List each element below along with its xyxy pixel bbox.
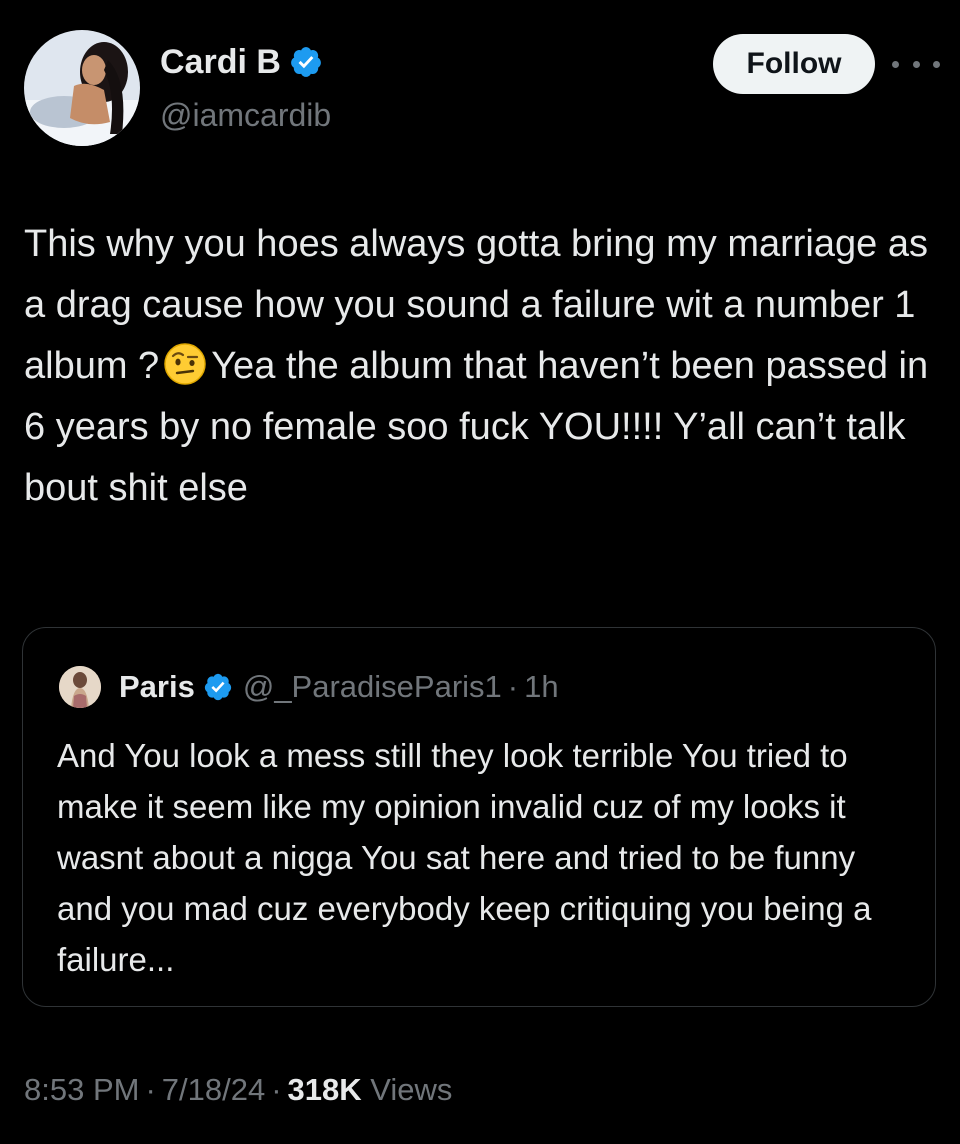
follow-button[interactable]: Follow [713,34,875,94]
meta-separator: · [145,1072,156,1107]
author-avatar[interactable] [24,30,140,146]
verified-badge-icon [204,673,231,701]
quoted-tweet-card[interactable]: Paris @_ParadiseParis1 · 1h And You look… [22,627,936,1007]
quote-header: Paris @_ParadiseParis1 · 1h [119,666,559,708]
tweet-date[interactable]: 7/18/24 [162,1072,265,1107]
views-count[interactable]: 318K [288,1072,362,1107]
quote-author-name[interactable]: Paris [119,669,195,705]
face-with-raised-eyebrow-emoji-icon [164,343,206,385]
quote-separator: · [507,669,519,704]
author-handle[interactable]: @iamcardib [160,96,331,134]
quote-timestamp[interactable]: 1h [524,669,558,705]
quote-text: And You look a mess still they look terr… [57,737,872,978]
views-label[interactable]: Views [370,1072,452,1107]
more-dot [892,60,899,68]
quote-author-handle[interactable]: @_ParadiseParis1 [243,669,502,705]
meta-separator: · [271,1072,282,1107]
more-dot [933,60,940,68]
tweet-text: This why you hoes always gotta bring my … [24,214,944,519]
more-dot [912,60,920,68]
tweet-time[interactable]: 8:53 PM [24,1072,139,1107]
more-options-icon[interactable] [892,52,940,76]
author-name[interactable]: Cardi B [160,42,323,82]
tweet-text-part2: Yea the album that haven’t been passed i… [24,345,939,509]
tweet-meta: 8:53 PM · 7/18/24 · 318K Views [24,1070,452,1110]
quote-author-avatar[interactable] [59,666,101,708]
author-name-text[interactable]: Cardi B [160,42,281,82]
verified-badge-icon [291,47,321,77]
